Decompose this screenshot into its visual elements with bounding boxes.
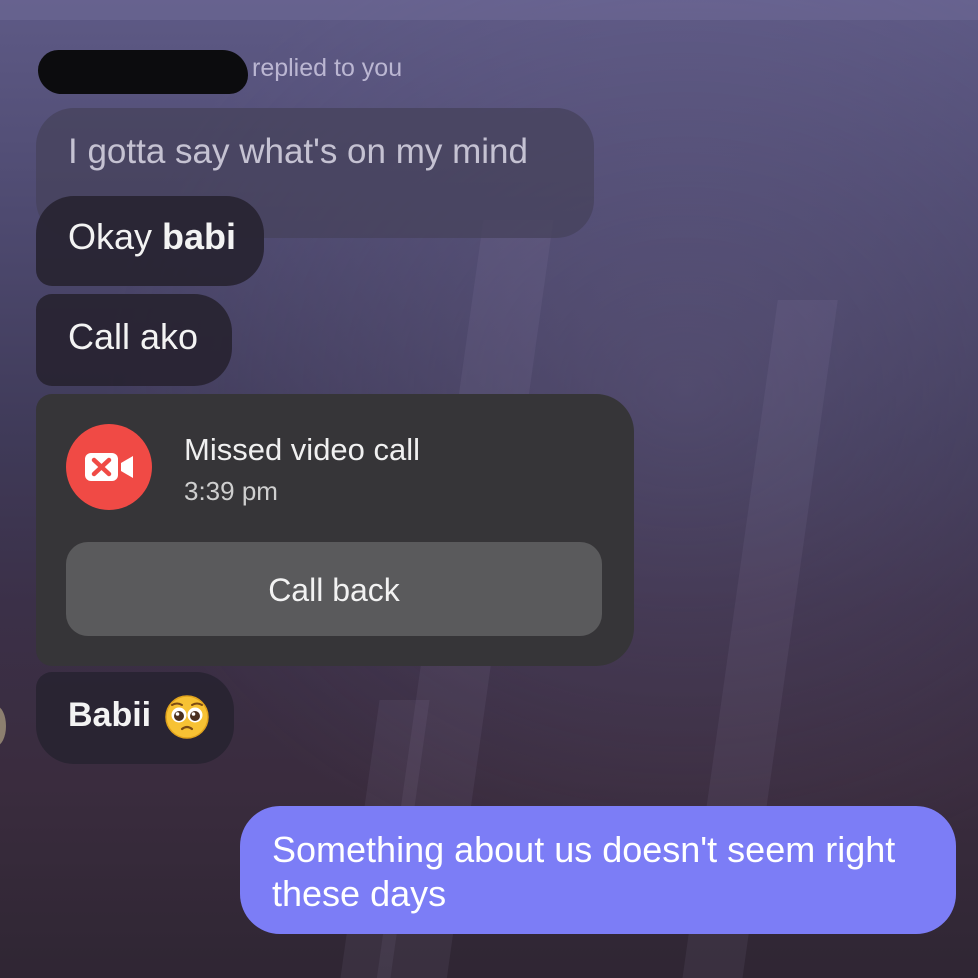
message-text-prefix: Okay [68, 216, 163, 257]
quoted-message-text: I gotta say what's on my mind [68, 132, 528, 171]
message-text: Call ako [68, 316, 199, 357]
call-back-button[interactable]: Call back [66, 542, 602, 636]
reply-header: replied to you [252, 54, 403, 82]
missed-call-card[interactable]: Missed video call 3:39 pm Call back [36, 394, 634, 666]
missed-video-call-icon [66, 424, 152, 510]
missed-call-title: Missed video call [184, 432, 421, 467]
message-text: Okay babi [68, 216, 236, 258]
sent-message-text: Something about us doesn't seem right th… [272, 829, 896, 914]
message-text: Babii [68, 696, 152, 734]
missed-call-time: 3:39 pm [184, 476, 278, 506]
message-bubble-babii[interactable]: Babii [36, 672, 234, 764]
redacted-sender-name [38, 50, 248, 94]
top-bar-remnant [0, 0, 978, 20]
message-text-bold: babi [162, 216, 237, 257]
message-bubble-okay-babi[interactable]: Okay babi [36, 196, 264, 286]
pleading-face-emoji-icon [164, 694, 210, 740]
message-bubble-call-ako[interactable]: Call ako [36, 294, 232, 386]
avatar[interactable] [0, 706, 6, 746]
sent-message-bubble[interactable]: Something about us doesn't seem right th… [240, 806, 956, 934]
